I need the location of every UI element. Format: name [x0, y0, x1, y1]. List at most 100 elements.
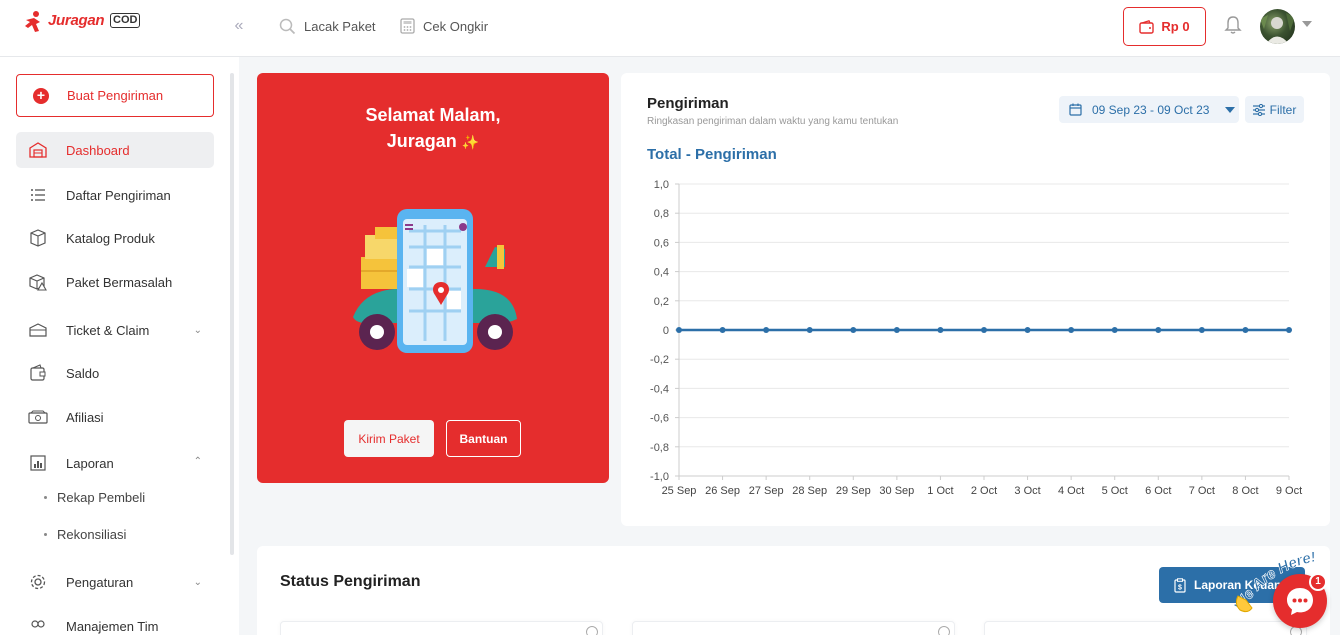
sidebar-item-paket-bermasalah[interactable]: Paket Bermasalah	[16, 264, 214, 300]
buat-pengiriman-label: Buat Pengiriman	[67, 88, 164, 103]
x-tick-label: 1 Oct	[927, 485, 953, 497]
pengiriman-subtitle: Ringkasan pengiriman dalam waktu yang ka…	[647, 116, 899, 127]
y-tick-label: -0,6	[650, 413, 669, 425]
plus-icon: +	[33, 87, 49, 104]
sidebar-subitem-rekap-pembeli[interactable]: Rekap Pembeli	[44, 487, 145, 507]
x-tick-label: 3 Oct	[1014, 485, 1040, 497]
sidebar-item-label: Manajemen Tim	[66, 618, 159, 634]
status-tile[interactable]	[984, 621, 1307, 635]
filter-button[interactable]: Filter	[1245, 96, 1304, 123]
saldo-amount: Rp 0	[1161, 19, 1190, 34]
greeting-line1: Selamat Malam,	[365, 105, 501, 125]
greeting-card: Selamat Malam, Juragan ✨ Kirim Paket Ban…	[257, 73, 609, 483]
x-tick-label: 6 Oct	[1145, 485, 1171, 497]
sidebar-item-pengaturan[interactable]: Pengaturan ⌄	[16, 564, 214, 600]
filter-label: Filter	[1269, 102, 1297, 117]
data-point	[937, 327, 944, 333]
nav-lacak-paket[interactable]: Lacak Paket	[279, 17, 376, 35]
data-point	[850, 327, 857, 333]
sidebar: + Buat Pengiriman Dashboard Daftar Pengi…	[0, 57, 239, 635]
account-menu-caret[interactable]	[1302, 21, 1312, 27]
avatar[interactable]	[1260, 9, 1295, 44]
sidebar-item-afiliasi[interactable]: Afiliasi	[16, 399, 214, 435]
data-point	[893, 327, 900, 333]
data-point	[1286, 327, 1292, 333]
data-point	[1024, 327, 1031, 333]
logo-text: Juragan	[48, 12, 105, 29]
sidebar-item-laporan[interactable]: Laporan ⌃	[16, 445, 214, 481]
sidebar-item-daftar-pengiriman[interactable]: Daftar Pengiriman	[16, 177, 214, 213]
sidebar-item-label: Ticket & Claim	[66, 322, 150, 338]
bell-icon	[1224, 16, 1242, 34]
data-point	[1242, 327, 1249, 333]
x-tick-label: 4 Oct	[1058, 485, 1084, 497]
sidebar-item-label: Saldo	[66, 365, 100, 381]
sidebar-scrollbar[interactable]	[230, 73, 234, 555]
sidebar-item-manajemen-tim[interactable]: Manajemen Tim	[16, 608, 214, 635]
data-point	[676, 327, 682, 333]
sidebar-item-label: Dashboard	[66, 142, 130, 158]
nav-label: Cek Ongkir	[423, 18, 489, 34]
chat-unread-badge: 1	[1309, 573, 1327, 591]
saldo-button[interactable]: Rp 0	[1123, 7, 1206, 46]
sidebar-item-label: Laporan	[66, 455, 114, 471]
nav-cek-ongkir[interactable]: Cek Ongkir	[400, 17, 488, 35]
sidebar-item-label: Paket Bermasalah	[66, 274, 173, 290]
info-icon	[586, 626, 598, 635]
sidebar-subitem-label: Rekap Pembeli	[57, 489, 146, 505]
y-tick-label: -0,4	[650, 383, 669, 395]
sidebar-item-label: Afiliasi	[66, 409, 104, 425]
notification-button[interactable]	[1224, 15, 1242, 35]
sidebar-item-label: Katalog Produk	[66, 230, 155, 246]
y-tick-label: -0,2	[650, 354, 669, 366]
data-point	[1198, 327, 1205, 333]
delivery-illustration	[353, 209, 517, 353]
runner-icon	[25, 11, 40, 32]
pengiriman-title: Pengiriman	[647, 95, 729, 112]
y-tick-label: 0,4	[654, 267, 669, 279]
box-warning-icon	[28, 272, 48, 292]
chevron-up-icon: ⌃	[193, 456, 202, 467]
x-tick-label: 26 Sep	[705, 485, 740, 497]
sidebar-item-katalog-produk[interactable]: Katalog Produk	[16, 220, 214, 256]
date-range-text: 09 Sep 23 - 09 Oct 23	[1092, 102, 1210, 117]
search-icon	[279, 18, 296, 34]
y-tick-label: 1,0	[654, 179, 669, 191]
x-tick-label: 7 Oct	[1189, 485, 1215, 497]
chart-heading: Total - Pengiriman	[647, 146, 777, 163]
data-point	[1111, 327, 1118, 333]
sparkle-icon: ✨	[461, 134, 480, 150]
x-tick-label: 8 Oct	[1232, 485, 1258, 497]
date-range-picker[interactable]: 09 Sep 23 - 09 Oct 23	[1059, 96, 1239, 123]
bantuan-button[interactable]: Bantuan	[446, 420, 521, 457]
bullet-icon	[44, 495, 47, 499]
warehouse-icon	[28, 140, 48, 160]
sidebar-item-dashboard[interactable]: Dashboard	[16, 132, 214, 168]
sidebar-item-saldo[interactable]: Saldo	[16, 355, 214, 391]
ticket-icon	[28, 320, 48, 340]
x-tick-label: 2 Oct	[971, 485, 997, 497]
kirim-paket-button[interactable]: Kirim Paket	[344, 420, 434, 457]
status-title: Status Pengiriman	[280, 573, 421, 590]
sidebar-subitem-rekonsiliasi[interactable]: Rekonsiliasi	[44, 524, 126, 544]
collapse-sidebar-button[interactable]: «	[229, 18, 249, 36]
sidebar-subitem-label: Rekonsiliasi	[57, 526, 127, 542]
buat-pengiriman-button[interactable]: + Buat Pengiriman	[16, 74, 214, 117]
sidebar-item-ticket-claim[interactable]: Ticket & Claim ⌄	[16, 312, 214, 348]
x-tick-label: 25 Sep	[662, 485, 697, 497]
status-tile[interactable]	[280, 621, 603, 635]
calendar-icon	[1069, 103, 1082, 116]
y-tick-label: 0,2	[654, 296, 669, 308]
top-bar: Juragan COD « Lacak Paket Cek Ongkir Rp …	[0, 0, 1340, 57]
x-tick-label: 29 Sep	[836, 485, 871, 497]
list-icon	[28, 185, 48, 205]
team-icon	[28, 616, 48, 635]
status-tile[interactable]	[632, 621, 955, 635]
money-icon	[28, 407, 48, 427]
x-tick-label: 28 Sep	[792, 485, 827, 497]
logo[interactable]: Juragan COD	[22, 10, 142, 44]
wallet-icon	[28, 363, 48, 383]
data-point	[1068, 327, 1075, 333]
clipboard-icon: $	[1174, 577, 1186, 593]
greeting-line2: Juragan	[386, 131, 457, 151]
